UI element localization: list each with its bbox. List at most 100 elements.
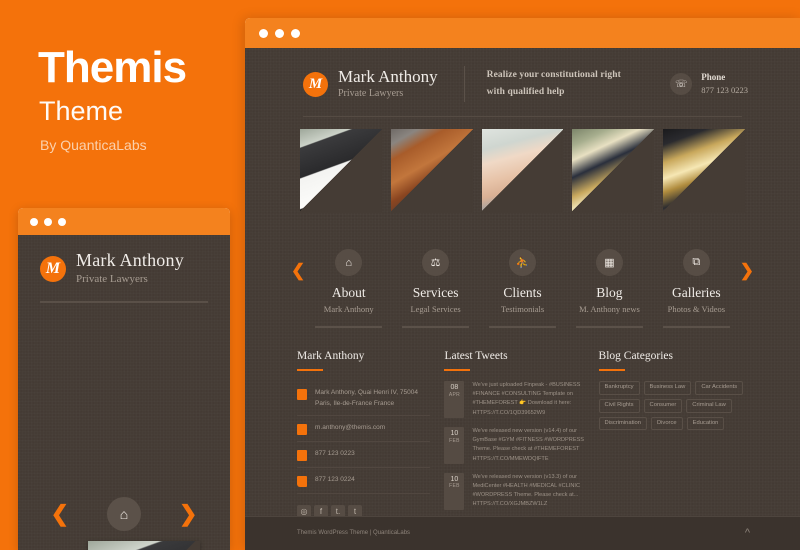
nav-item-title: Services: [412, 285, 459, 300]
footer-widgets: Mark Anthony Mark Anthony, Quai Henri IV…: [245, 328, 800, 520]
tweet-item[interactable]: 08 APR We've just uploaded Finpeak - #BU…: [444, 381, 584, 418]
tweet-item[interactable]: 10 FEB We've released new version (v13.3…: [444, 472, 584, 510]
tweet-date-badge: 10 FEB: [444, 426, 465, 464]
widget-tweets: Latest Tweets 08 APR We've just uploaded…: [444, 350, 598, 519]
category-tag[interactable]: Divorce: [650, 416, 683, 431]
home-icon: ⌂: [335, 249, 363, 276]
header-phone-block[interactable]: ☏ Phone 877 123 0223: [670, 71, 800, 97]
gallery-strip: [245, 117, 800, 213]
category-tag[interactable]: Car Accidents: [695, 381, 744, 395]
nav-item-subtitle: Mark Anthony: [323, 304, 374, 315]
footer-bottom-bar: Themis WordPress Theme | QuanticaLabs ^: [245, 516, 800, 550]
site-header: Mark Anthony Private Lawyers Realize you…: [245, 48, 800, 102]
tweet-text: We've just uploaded Finpeak - #BUSINESS …: [472, 382, 581, 416]
browser-window: Mark Anthony Private Lawyers Realize you…: [245, 18, 800, 550]
mobile-divider: [40, 301, 208, 304]
mobile-nav: ❮ ⌂ ❯: [18, 497, 230, 531]
header-slogan-line1: Realize your constitutional right: [486, 70, 621, 81]
gallery-image-handshake[interactable]: [481, 129, 564, 213]
widget-contact: Mark Anthony Mark Anthony, Quai Henri IV…: [297, 350, 444, 520]
mobile-brand[interactable]: Mark Anthony Private Lawyers: [18, 235, 230, 287]
window-dot-minimize-icon[interactable]: [44, 217, 52, 226]
tweet-day: 10: [450, 429, 459, 437]
widget-title-underline: [444, 369, 471, 372]
category-tag[interactable]: Education: [686, 416, 725, 431]
nav-item-galleries[interactable]: ⧉ Galleries Photos & Videos: [653, 249, 740, 329]
fax-icon: [297, 476, 307, 488]
window-minimize-icon[interactable]: [275, 28, 284, 38]
nav-item-subtitle: M. Anthony news: [579, 304, 640, 315]
nav-item-subtitle: Testimonials: [500, 304, 545, 315]
contact-row-email[interactable]: m.anthony@themis.com: [297, 416, 431, 443]
header-divider: [463, 66, 465, 102]
nav-item-title: Blog: [596, 285, 623, 300]
gallery-image-fountain-pen[interactable]: [572, 129, 655, 213]
mobile-viewport: Mark Anthony Private Lawyers ❮ ⌂ ❯ About…: [18, 235, 230, 550]
contact-email-text: m.anthony@themis.com: [315, 424, 386, 432]
category-tag[interactable]: Bankruptcy: [598, 381, 640, 395]
nav-underline: [662, 326, 730, 329]
window-maximize-icon[interactable]: [291, 28, 300, 38]
promo-title: Themis: [38, 43, 187, 92]
nav-item-title: About: [331, 285, 366, 300]
widget-categories-title: Blog Categories: [598, 350, 673, 363]
gavel-icon: ⚖: [422, 249, 450, 276]
widget-title-underline: [598, 369, 625, 372]
contact-address-text: Mark Anthony, Quai Henri IV, 75004 Paris…: [315, 389, 418, 408]
nav-underline: [575, 326, 643, 329]
nav-prev-icon[interactable]: ❮: [291, 249, 305, 279]
tweet-day: 10: [450, 475, 459, 483]
promo-author: By QuanticaLabs: [40, 137, 147, 153]
copy-icon: ⧉: [682, 249, 710, 276]
window-dot-maximize-icon[interactable]: [58, 217, 66, 226]
header-slogan-line2: with qualified help: [486, 87, 565, 97]
tweet-date-badge: 08 APR: [444, 381, 465, 418]
nav-item-clients[interactable]: ⛹ Clients Testimonials: [479, 249, 566, 329]
contact-row-phone: 877 123 0223: [297, 442, 431, 469]
people-icon: ⛹: [509, 249, 537, 276]
brand-logo-icon: [40, 256, 66, 283]
gallery-image-light-bulb[interactable]: [663, 129, 745, 213]
mobile-next-icon[interactable]: ❯: [179, 503, 197, 525]
mobile-prev-icon[interactable]: ❮: [51, 503, 69, 525]
widget-tweets-title: Latest Tweets: [444, 350, 508, 363]
category-tag[interactable]: Consumer: [643, 398, 683, 413]
category-tag[interactable]: Criminal Law: [686, 398, 732, 413]
category-tag[interactable]: Civil Rights: [598, 398, 640, 413]
site-viewport: Mark Anthony Private Lawyers Realize you…: [245, 48, 800, 550]
tweet-month: FEB: [449, 483, 460, 490]
nav-item-blog[interactable]: ▦ Blog M. Anthony news: [566, 249, 653, 329]
category-tag[interactable]: Business Law: [643, 381, 692, 395]
tweet-date-badge: 10 FEB: [444, 472, 465, 510]
site-logo-icon[interactable]: [303, 71, 328, 97]
phone-icon: [297, 450, 307, 462]
tweet-day: 08: [450, 384, 459, 392]
nav-next-icon[interactable]: ❯: [740, 249, 754, 279]
window-dot-close-icon[interactable]: [30, 217, 38, 226]
tweet-item[interactable]: 10 FEB We've released new version (v14.4…: [444, 426, 585, 464]
tweet-text: We've released new version (v14.4) of ou…: [472, 427, 585, 462]
widget-contact-title: Mark Anthony: [297, 350, 365, 363]
footer-copyright: Themis WordPress Theme | QuanticaLabs: [297, 529, 411, 536]
window-close-icon[interactable]: [259, 28, 268, 38]
nav-item-about[interactable]: ⌂ About Mark Anthony: [305, 249, 392, 329]
contact-fax-text: 877 123 0224: [315, 476, 355, 484]
header-phone-label: Phone: [701, 71, 726, 82]
contact-phone-text: 877 123 0223: [315, 450, 355, 458]
gallery-image-judge-gavel[interactable]: [390, 129, 473, 213]
nav-item-services[interactable]: ⚖ Services Legal Services: [392, 249, 479, 329]
tweet-month: FEB: [449, 437, 460, 444]
nav-underline: [315, 326, 383, 329]
category-tag[interactable]: Discrimination: [598, 416, 647, 431]
header-slogan: Realize your constitutional right with q…: [487, 67, 621, 100]
newspaper-icon: ▦: [595, 249, 623, 276]
mobile-home-icon[interactable]: ⌂: [107, 497, 141, 531]
promo-subtitle: Theme: [39, 96, 124, 126]
tweet-month: APR: [448, 391, 461, 398]
site-brand-name: Mark Anthony: [338, 66, 438, 86]
back-to-top-icon[interactable]: ^: [745, 528, 750, 539]
contact-row-address: Mark Anthony, Quai Henri IV, 75004 Paris…: [297, 381, 431, 417]
browser-titlebar: [245, 18, 800, 48]
mail-icon: [297, 424, 307, 436]
gallery-image-lawyer-with-document[interactable]: [300, 129, 382, 213]
